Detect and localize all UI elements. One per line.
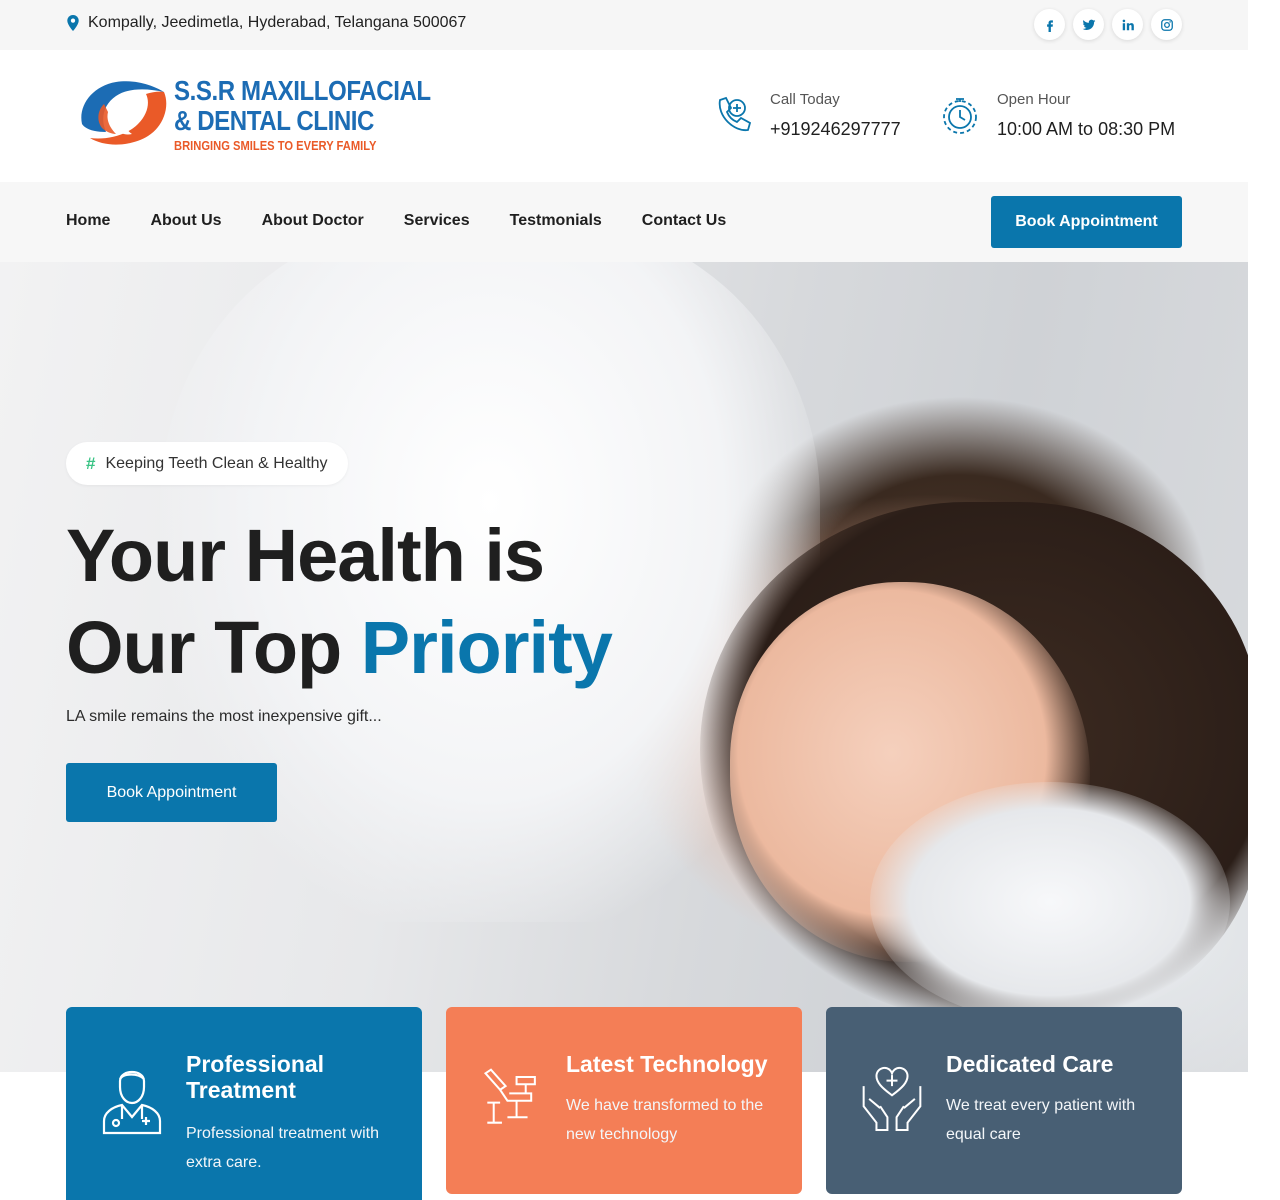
nav-book-appointment-button[interactable]: Book Appointment — [991, 196, 1182, 248]
hours-label: Open Hour — [997, 91, 1071, 108]
feature-card-latest-technology: Latest Technology We have transformed to… — [446, 1007, 802, 1194]
logo-text: S.S.R MAXILLOFACIAL & DENTAL CLINIC BRIN… — [174, 76, 473, 154]
address: Kompally, Jeedimetla, Hyderabad, Telanga… — [66, 14, 466, 32]
nav-testimonials[interactable]: Testmonials — [510, 212, 602, 230]
feature-description: We treat every patient with equal care — [946, 1097, 1136, 1143]
top-bar: Kompally, Jeedimetla, Hyderabad, Telanga… — [0, 0, 1248, 50]
logo-tagline: BRINGING SMILES TO EVERY FAMILY — [174, 138, 377, 153]
logo-line-1: S.S.R MAXILLOFACIAL — [174, 75, 431, 106]
hash-icon: # — [86, 453, 96, 473]
hero-title-line-1: Your Health is — [66, 514, 545, 597]
hero-title: Your Health is Our Top Priority — [66, 510, 613, 694]
logo-line-2: & DENTAL CLINIC — [174, 105, 375, 136]
dental-chair-icon — [483, 1068, 536, 1124]
facebook-link[interactable] — [1034, 9, 1065, 40]
instagram-icon — [1160, 18, 1173, 31]
hero-book-appointment-button[interactable]: Book Appointment — [66, 763, 277, 822]
hero-badge-text: Keeping Teeth Clean & Healthy — [105, 454, 328, 472]
logo-mark-icon — [81, 81, 167, 145]
feature-description: We have transformed to the new technolog… — [566, 1097, 764, 1143]
clock-icon — [943, 98, 977, 134]
facebook-icon — [1046, 19, 1053, 32]
instagram-link[interactable] — [1151, 9, 1182, 40]
clinic-logo[interactable]: S.S.R MAXILLOFACIAL & DENTAL CLINIC BRIN… — [76, 74, 473, 154]
main-nav: Home About Us About Doctor Services Test… — [0, 182, 1248, 262]
feature-title: Latest Technology — [566, 1051, 768, 1077]
nav-about-us[interactable]: About Us — [150, 212, 221, 230]
nav-links: Home About Us About Doctor Services Test… — [66, 212, 726, 230]
social-links — [1034, 9, 1182, 40]
hero-subtitle: LA smile remains the most inexpensive gi… — [66, 708, 382, 725]
twitter-icon — [1082, 19, 1095, 30]
hero-title-highlight: Priority — [360, 606, 613, 689]
hero-title-line-2: Our Top Priority — [66, 602, 613, 694]
address-text: Kompally, Jeedimetla, Hyderabad, Telanga… — [88, 14, 467, 31]
nav-home[interactable]: Home — [66, 212, 110, 230]
feature-card-dedicated-care: Dedicated Care We treat every patient wi… — [826, 1007, 1182, 1194]
phone-medical-icon — [718, 96, 752, 131]
call-today-block[interactable]: Call Today +919246297777 — [712, 90, 901, 140]
linkedin-link[interactable] — [1112, 9, 1143, 40]
call-number[interactable]: +919246297777 — [770, 118, 901, 140]
nav-services[interactable]: Services — [404, 212, 470, 230]
hero-title-text: Our Top — [66, 606, 361, 689]
caring-hands-icon — [862, 1066, 922, 1132]
hours-value: 10:00 AM to 08:30 PM — [997, 119, 1176, 139]
feature-title: Dedicated Care — [946, 1051, 1114, 1077]
linkedin-icon — [1122, 19, 1134, 30]
feature-description: Professional treatment with extra care. — [186, 1125, 379, 1171]
call-label: Call Today — [770, 91, 840, 108]
nav-contact-us[interactable]: Contact Us — [642, 212, 726, 230]
hero-image-glove — [870, 782, 1230, 1022]
feature-title: Professional Treatment — [186, 1051, 325, 1103]
site-header: S.S.R MAXILLOFACIAL & DENTAL CLINIC BRIN… — [0, 50, 1248, 182]
location-pin-icon — [67, 15, 79, 31]
open-hours-block: Open Hour 10:00 AM to 08:30 PM — [939, 90, 1175, 140]
hero-section: # Keeping Teeth Clean & Healthy Your Hea… — [0, 262, 1248, 1072]
nav-about-doctor[interactable]: About Doctor — [262, 212, 364, 230]
hero-badge: # Keeping Teeth Clean & Healthy — [66, 442, 348, 485]
doctor-icon — [102, 1070, 162, 1135]
twitter-link[interactable] — [1073, 9, 1104, 40]
feature-card-professional-treatment: Professional Treatment Professional trea… — [66, 1007, 422, 1200]
